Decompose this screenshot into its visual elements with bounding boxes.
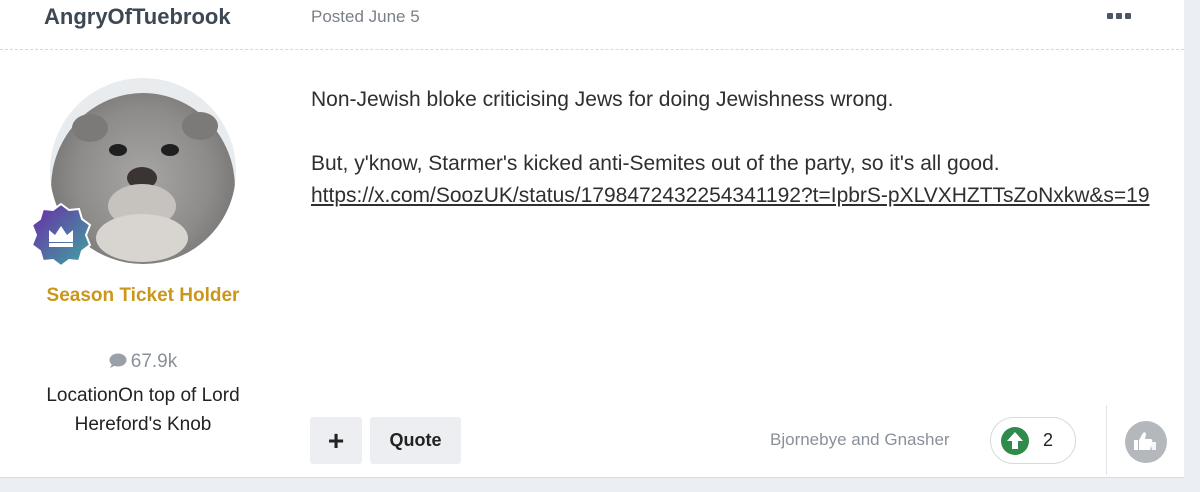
add-button[interactable]: +: [310, 417, 362, 464]
post-count: 67.9k: [0, 351, 286, 375]
more-horizontal-icon[interactable]: [1107, 11, 1137, 21]
comment-icon: [109, 353, 127, 375]
post-header: AngryOfTuebrook Posted June 5: [0, 0, 1184, 50]
divider: [1106, 405, 1107, 475]
user-location: LocationOn top of Lord Hereford's Knob: [46, 385, 240, 435]
rank-title: Season Ticket Holder: [46, 285, 240, 306]
posted-date[interactable]: Posted June 5: [311, 7, 420, 27]
rank-badge-icon: [30, 202, 92, 268]
post-content: Non-Jewish bloke criticising Jews for do…: [311, 84, 1161, 212]
post-text: But, y'know, Starmer's kicked anti-Semit…: [311, 152, 1000, 175]
post-link[interactable]: https://x.com/SoozUK/status/179847243225…: [311, 184, 1150, 207]
reaction-count: 2: [1043, 430, 1054, 450]
post-count-value: 67.9k: [130, 351, 178, 372]
author-name[interactable]: AngryOfTuebrook: [44, 4, 231, 30]
reaction-users[interactable]: Bjornebye and Gnasher: [770, 430, 950, 450]
post-text: Non-Jewish bloke criticising Jews for do…: [311, 88, 894, 111]
reaction-upvote[interactable]: 2: [990, 417, 1076, 464]
forum-post: AngryOfTuebrook Posted June 5 Season Tic…: [0, 0, 1184, 478]
react-icon[interactable]: [1124, 420, 1168, 464]
upvote-icon: [1000, 426, 1030, 456]
quote-button[interactable]: Quote: [370, 417, 461, 464]
scrollbar[interactable]: [1184, 0, 1200, 492]
